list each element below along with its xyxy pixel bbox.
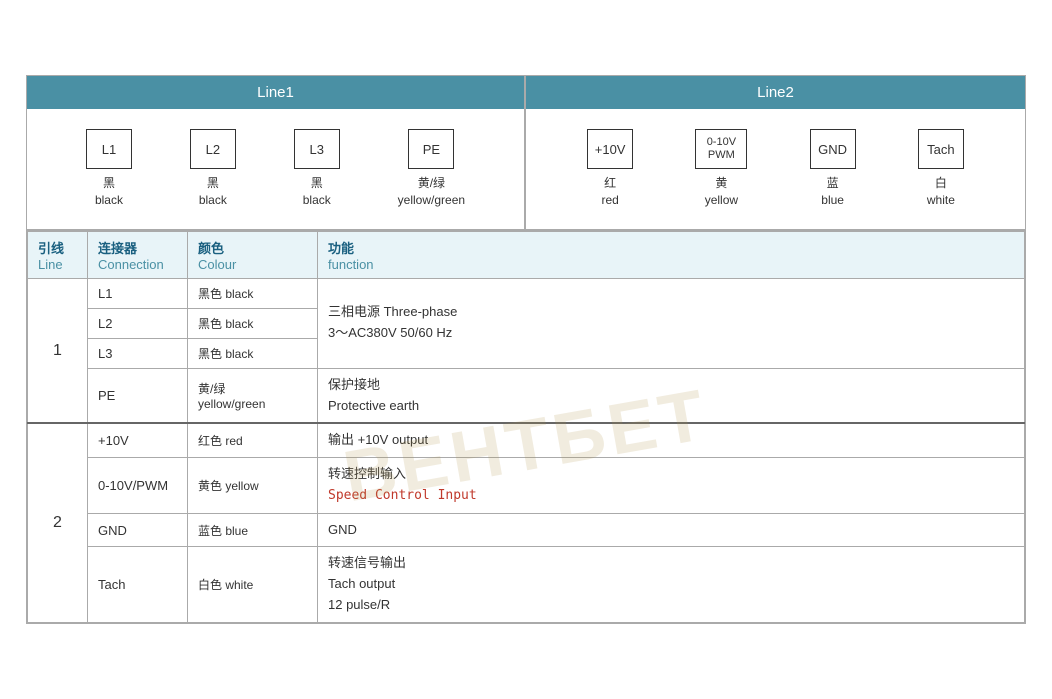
line1-header: Line1 (27, 76, 526, 109)
conn-10v-row: +10V (88, 423, 188, 457)
line2-connector-section: +10V 红red 0-10VPWM 黄yellow GND 蓝blue Tac… (526, 109, 1025, 229)
data-table: 引线 Line 连接器 Connection 颜色 Colour 功能 func… (27, 231, 1025, 623)
connector-l3: L3 黑black (294, 129, 340, 209)
connector-gnd: GND 蓝blue (810, 129, 856, 209)
header-function-zh: 功能 (328, 238, 1014, 257)
func-pwm: 转速控制输入Speed Control Input (318, 458, 1025, 514)
connector-label-l1: 黑black (95, 175, 123, 209)
table-row: 1 L1 黑色 black 三相电源 Three-phase3～AC380V 5… (28, 278, 1025, 308)
connector-box-l3: L3 (294, 129, 340, 169)
connector-tach: Tach 白white (918, 129, 964, 209)
conn-pe-row: PE (88, 368, 188, 423)
header-color-en: Colour (198, 257, 307, 272)
conn-pwm-row: 0-10V/PWM (88, 458, 188, 514)
connector-box-10v: +10V (587, 129, 633, 169)
color-pwm: 黄色 yellow (188, 458, 318, 514)
color-gnd: 蓝色 blue (188, 513, 318, 547)
color-l3: 黑色 black (188, 338, 318, 368)
connector-pe: PE 黄/绿yellow/green (398, 129, 465, 209)
connector-label-tach: 白white (927, 175, 955, 209)
table-row: PE 黄/绿yellow/green 保护接地Protective earth (28, 368, 1025, 423)
func-gnd: GND (318, 513, 1025, 547)
connector-box-gnd: GND (810, 129, 856, 169)
connector-label-10v: 红red (601, 175, 618, 209)
line2-header: Line2 (526, 76, 1025, 109)
conn-l2: L2 (88, 308, 188, 338)
connector-box-pwm: 0-10VPWM (695, 129, 747, 169)
func-pe: 保护接地Protective earth (318, 368, 1025, 423)
header-color-zh: 颜色 (198, 238, 307, 257)
line1-connector-section: L1 黑black L2 黑black L3 黑black PE 黄/绿yell… (27, 109, 526, 229)
col-header-row: 引线 Line 连接器 Connection 颜色 Colour 功能 func… (28, 231, 1025, 278)
table-row: 2 +10V 红色 red 输出 +10V output (28, 423, 1025, 457)
connector-label-pe: 黄/绿yellow/green (398, 175, 465, 209)
connector-label-l3: 黑black (303, 175, 331, 209)
header-connection-zh: 连接器 (98, 238, 177, 257)
line-num-1: 1 (28, 278, 88, 423)
header-line-cell: 引线 Line (28, 231, 88, 278)
header-line-en: Line (38, 257, 77, 272)
color-pe: 黄/绿yellow/green (188, 368, 318, 423)
header-connection-cell: 连接器 Connection (88, 231, 188, 278)
connector-l2: L2 黑black (190, 129, 236, 209)
color-l1: 黑色 black (188, 278, 318, 308)
conn-tach-row: Tach (88, 547, 188, 622)
table-wrapper: 引线 Line 连接器 Connection 颜色 Colour 功能 func… (27, 231, 1025, 623)
func-l1-l3: 三相电源 Three-phase3～AC380V 50/60 Hz (318, 278, 1025, 368)
connector-l1: L1 黑black (86, 129, 132, 209)
func-tach: 转速信号输出Tach output12 pulse/R (318, 547, 1025, 622)
line-num-2: 2 (28, 423, 88, 622)
conn-l1: L1 (88, 278, 188, 308)
header-color-cell: 颜色 Colour (188, 231, 318, 278)
connector-10v: +10V 红red (587, 129, 633, 209)
conn-l3: L3 (88, 338, 188, 368)
speed-control-code: Speed Control Input (328, 488, 477, 503)
connector-label-pwm: 黄yellow (705, 175, 738, 209)
color-10v: 红色 red (188, 423, 318, 457)
color-l2: 黑色 black (188, 308, 318, 338)
connector-label-l2: 黑black (199, 175, 227, 209)
header-line-zh: 引线 (38, 238, 77, 257)
connector-diagram-row: L1 黑black L2 黑black L3 黑black PE 黄/绿yell… (27, 109, 1025, 231)
table-row: Tach 白色 white 转速信号输出Tach output12 pulse/… (28, 547, 1025, 622)
connector-box-pe: PE (408, 129, 454, 169)
connector-box-tach: Tach (918, 129, 964, 169)
header-connection-en: Connection (98, 257, 177, 272)
header-function-en: function (328, 257, 1014, 272)
main-container: Line1 Line2 L1 黑black L2 黑black L3 黑blac… (26, 75, 1026, 624)
color-tach: 白色 white (188, 547, 318, 622)
connector-box-l2: L2 (190, 129, 236, 169)
table-row: GND 蓝色 blue GND (28, 513, 1025, 547)
table-row: 0-10V/PWM 黄色 yellow 转速控制输入Speed Control … (28, 458, 1025, 514)
connector-pwm: 0-10VPWM 黄yellow (695, 129, 747, 209)
conn-gnd-row: GND (88, 513, 188, 547)
func-10v: 输出 +10V output (318, 423, 1025, 457)
connector-label-gnd: 蓝blue (821, 175, 844, 209)
header-function-cell: 功能 function (318, 231, 1025, 278)
connector-box-l1: L1 (86, 129, 132, 169)
header-row: Line1 Line2 (27, 76, 1025, 109)
